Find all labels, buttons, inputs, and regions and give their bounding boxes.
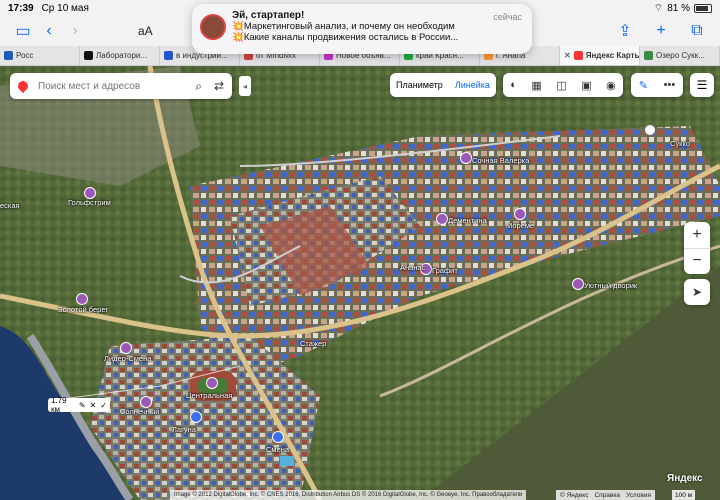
locate-me-button[interactable]: ➤	[684, 279, 710, 305]
tab-favicon-icon	[164, 51, 173, 60]
poi-marker-center[interactable]	[644, 124, 656, 136]
battery-icon	[694, 3, 712, 13]
map-place-label[interactable]: Графит	[432, 266, 458, 275]
ruler-distance-value: 1.79 км	[51, 396, 67, 414]
zoom-out-button[interactable]: −	[684, 249, 710, 275]
ruler-confirm-icon[interactable]: ✓	[100, 401, 107, 410]
terms-link[interactable]: Условия	[626, 492, 651, 499]
forward-button[interactable]: ›	[62, 18, 88, 44]
notification-line-1: 💥Маркетинговый анализ, и почему он необх…	[232, 21, 455, 32]
poi-marker-smena[interactable]	[272, 431, 284, 443]
map-place-label[interactable]: еская	[0, 201, 20, 210]
map-place-label[interactable]: Дементина	[448, 216, 487, 225]
satellite-layer-icon[interactable]: ◐	[510, 79, 517, 91]
imagery-copyright: Image © 2012 DigitalGlobe, Inc. © CNES 2…	[170, 490, 527, 500]
status-right: ⌔ 81 %	[654, 2, 712, 15]
tab-favicon-icon	[84, 51, 93, 60]
map-place-label[interactable]: Золотой берег	[58, 305, 108, 314]
map-place-label[interactable]: Центральная	[186, 391, 232, 400]
tabs-overview-icon[interactable]: ⧉	[684, 18, 710, 44]
attribution-links: © Яндекс Справка Условия	[556, 490, 655, 500]
tab-label: Росс	[16, 51, 34, 60]
map-scale: 100 м	[672, 490, 696, 500]
map-place-label[interactable]: Сукко	[670, 139, 690, 148]
notification-title: Эй, стартапер!	[232, 10, 305, 21]
share-icon[interactable]: ⇪	[612, 18, 638, 44]
map-place-label[interactable]: Лагуна	[172, 425, 196, 434]
tab-favicon-icon	[644, 51, 653, 60]
back-button[interactable]: ‹	[36, 18, 62, 44]
ruler-close-icon[interactable]: ✕	[90, 401, 97, 410]
panorama-icon[interactable]: ▦	[531, 79, 541, 92]
panel-collapse-handle[interactable]: ◂	[239, 76, 251, 96]
browser-tab[interactable]: Озеро Сукк...	[640, 46, 720, 65]
search-actions: ⌕ ⇄	[195, 79, 224, 94]
layers-panel: ◐ ▦ ◫ ▣ ◉	[503, 73, 623, 97]
route-icon[interactable]: ⇄	[214, 79, 224, 94]
browser-tab[interactable]: Росс	[0, 46, 80, 65]
more-icon[interactable]: •••	[664, 79, 676, 91]
ruler-tab[interactable]: Линейка	[455, 80, 490, 90]
help-link[interactable]: Справка	[594, 492, 620, 499]
text-size-button[interactable]: аА	[138, 24, 153, 38]
push-notification[interactable]: Эй, стартапер! сейчас 💥Маркетинговый ана…	[192, 4, 532, 54]
map-place-label[interactable]: Солнечный	[120, 407, 160, 416]
tab-label: Озеро Сукк...	[656, 51, 705, 60]
poi-marker-moreme[interactable]	[514, 208, 526, 220]
poi-marker-dementina[interactable]	[436, 213, 448, 225]
map-place-label[interactable]: Смена	[266, 445, 289, 454]
tab-favicon-icon	[4, 51, 13, 60]
browser-tab[interactable]: ✕ Яндекс Карты	[560, 46, 640, 65]
menu-icon[interactable]: ☰	[690, 73, 714, 97]
yandex-attribution: © Яндекс	[560, 491, 589, 499]
tab-label: Яндекс Карты	[585, 51, 640, 60]
copyright-text[interactable]: Image © 2012 DigitalGlobe, Inc. © CNES 2…	[174, 492, 522, 498]
status-date: Ср 10 мая	[41, 2, 89, 14]
ruler-icon[interactable]: ✎	[639, 79, 648, 92]
poi-marker-uyutny[interactable]	[572, 278, 584, 290]
camera-icon[interactable]: ◫	[556, 79, 566, 92]
measure-mode-switch: Планиметр Линейка	[390, 73, 496, 97]
new-tab-icon[interactable]: +	[648, 18, 674, 44]
map-place-label[interactable]: Стажер	[300, 339, 326, 348]
map-place-label[interactable]: Гольфстрим	[68, 198, 111, 207]
map-place-label[interactable]: Лидер-Смена	[104, 354, 151, 363]
map-search-bar[interactable]: ⌕ ⇄	[10, 73, 232, 99]
map-place-label[interactable]: Уютный дворик	[584, 281, 637, 290]
notification-time: сейчас	[493, 12, 522, 22]
traffic-icon[interactable]: ◉	[606, 79, 616, 92]
zoom-in-button[interactable]: +	[684, 222, 710, 249]
battery-percent: 81 %	[667, 2, 690, 14]
map-place-label[interactable]: Ананас	[400, 263, 425, 272]
map-place-label[interactable]: Сочная Валерка	[472, 156, 529, 165]
notification-line-2: 💥Какие каналы продвижения остались в Рос…	[232, 32, 459, 43]
status-time: 17:39	[8, 2, 34, 14]
sidebar-icon[interactable]: ▭	[10, 18, 36, 44]
poi-marker-zolotoy-bereg[interactable]	[76, 293, 88, 305]
toolbar-actions: ⇪ + ⧉	[612, 18, 710, 44]
planimeter-tab[interactable]: Планиметр	[396, 80, 443, 90]
ruler-edit-icon[interactable]: ✎	[79, 401, 86, 410]
close-tab-icon[interactable]: ✕	[564, 51, 571, 60]
yandex-logo: Яндекс	[667, 473, 703, 484]
browser-tab[interactable]: Лаборатори...	[80, 46, 160, 65]
poi-marker-sochnaya[interactable]	[460, 152, 472, 164]
poi-marker-lagoon[interactable]	[190, 411, 202, 423]
poi-marker-centralnaya[interactable]	[206, 377, 218, 389]
wifi-icon: ⌔	[653, 2, 664, 14]
ruler-distance-label[interactable]: 1.79 км ✎ ✕ ✓	[48, 396, 110, 414]
map-place-label[interactable]: Мореме	[506, 221, 534, 230]
notification-avatar	[200, 14, 226, 40]
bus-icon[interactable]: ▣	[581, 79, 591, 92]
tab-favicon-icon	[573, 51, 583, 60]
search-icon[interactable]: ⌕	[195, 79, 202, 94]
tab-label: Лаборатори...	[96, 51, 148, 60]
search-input[interactable]	[38, 80, 168, 92]
poi-marker-lider-smena[interactable]	[120, 342, 132, 354]
tools-panel: ✎ •••	[631, 73, 683, 97]
zoom-controls: + −	[684, 222, 710, 274]
location-pin-icon	[15, 78, 31, 94]
